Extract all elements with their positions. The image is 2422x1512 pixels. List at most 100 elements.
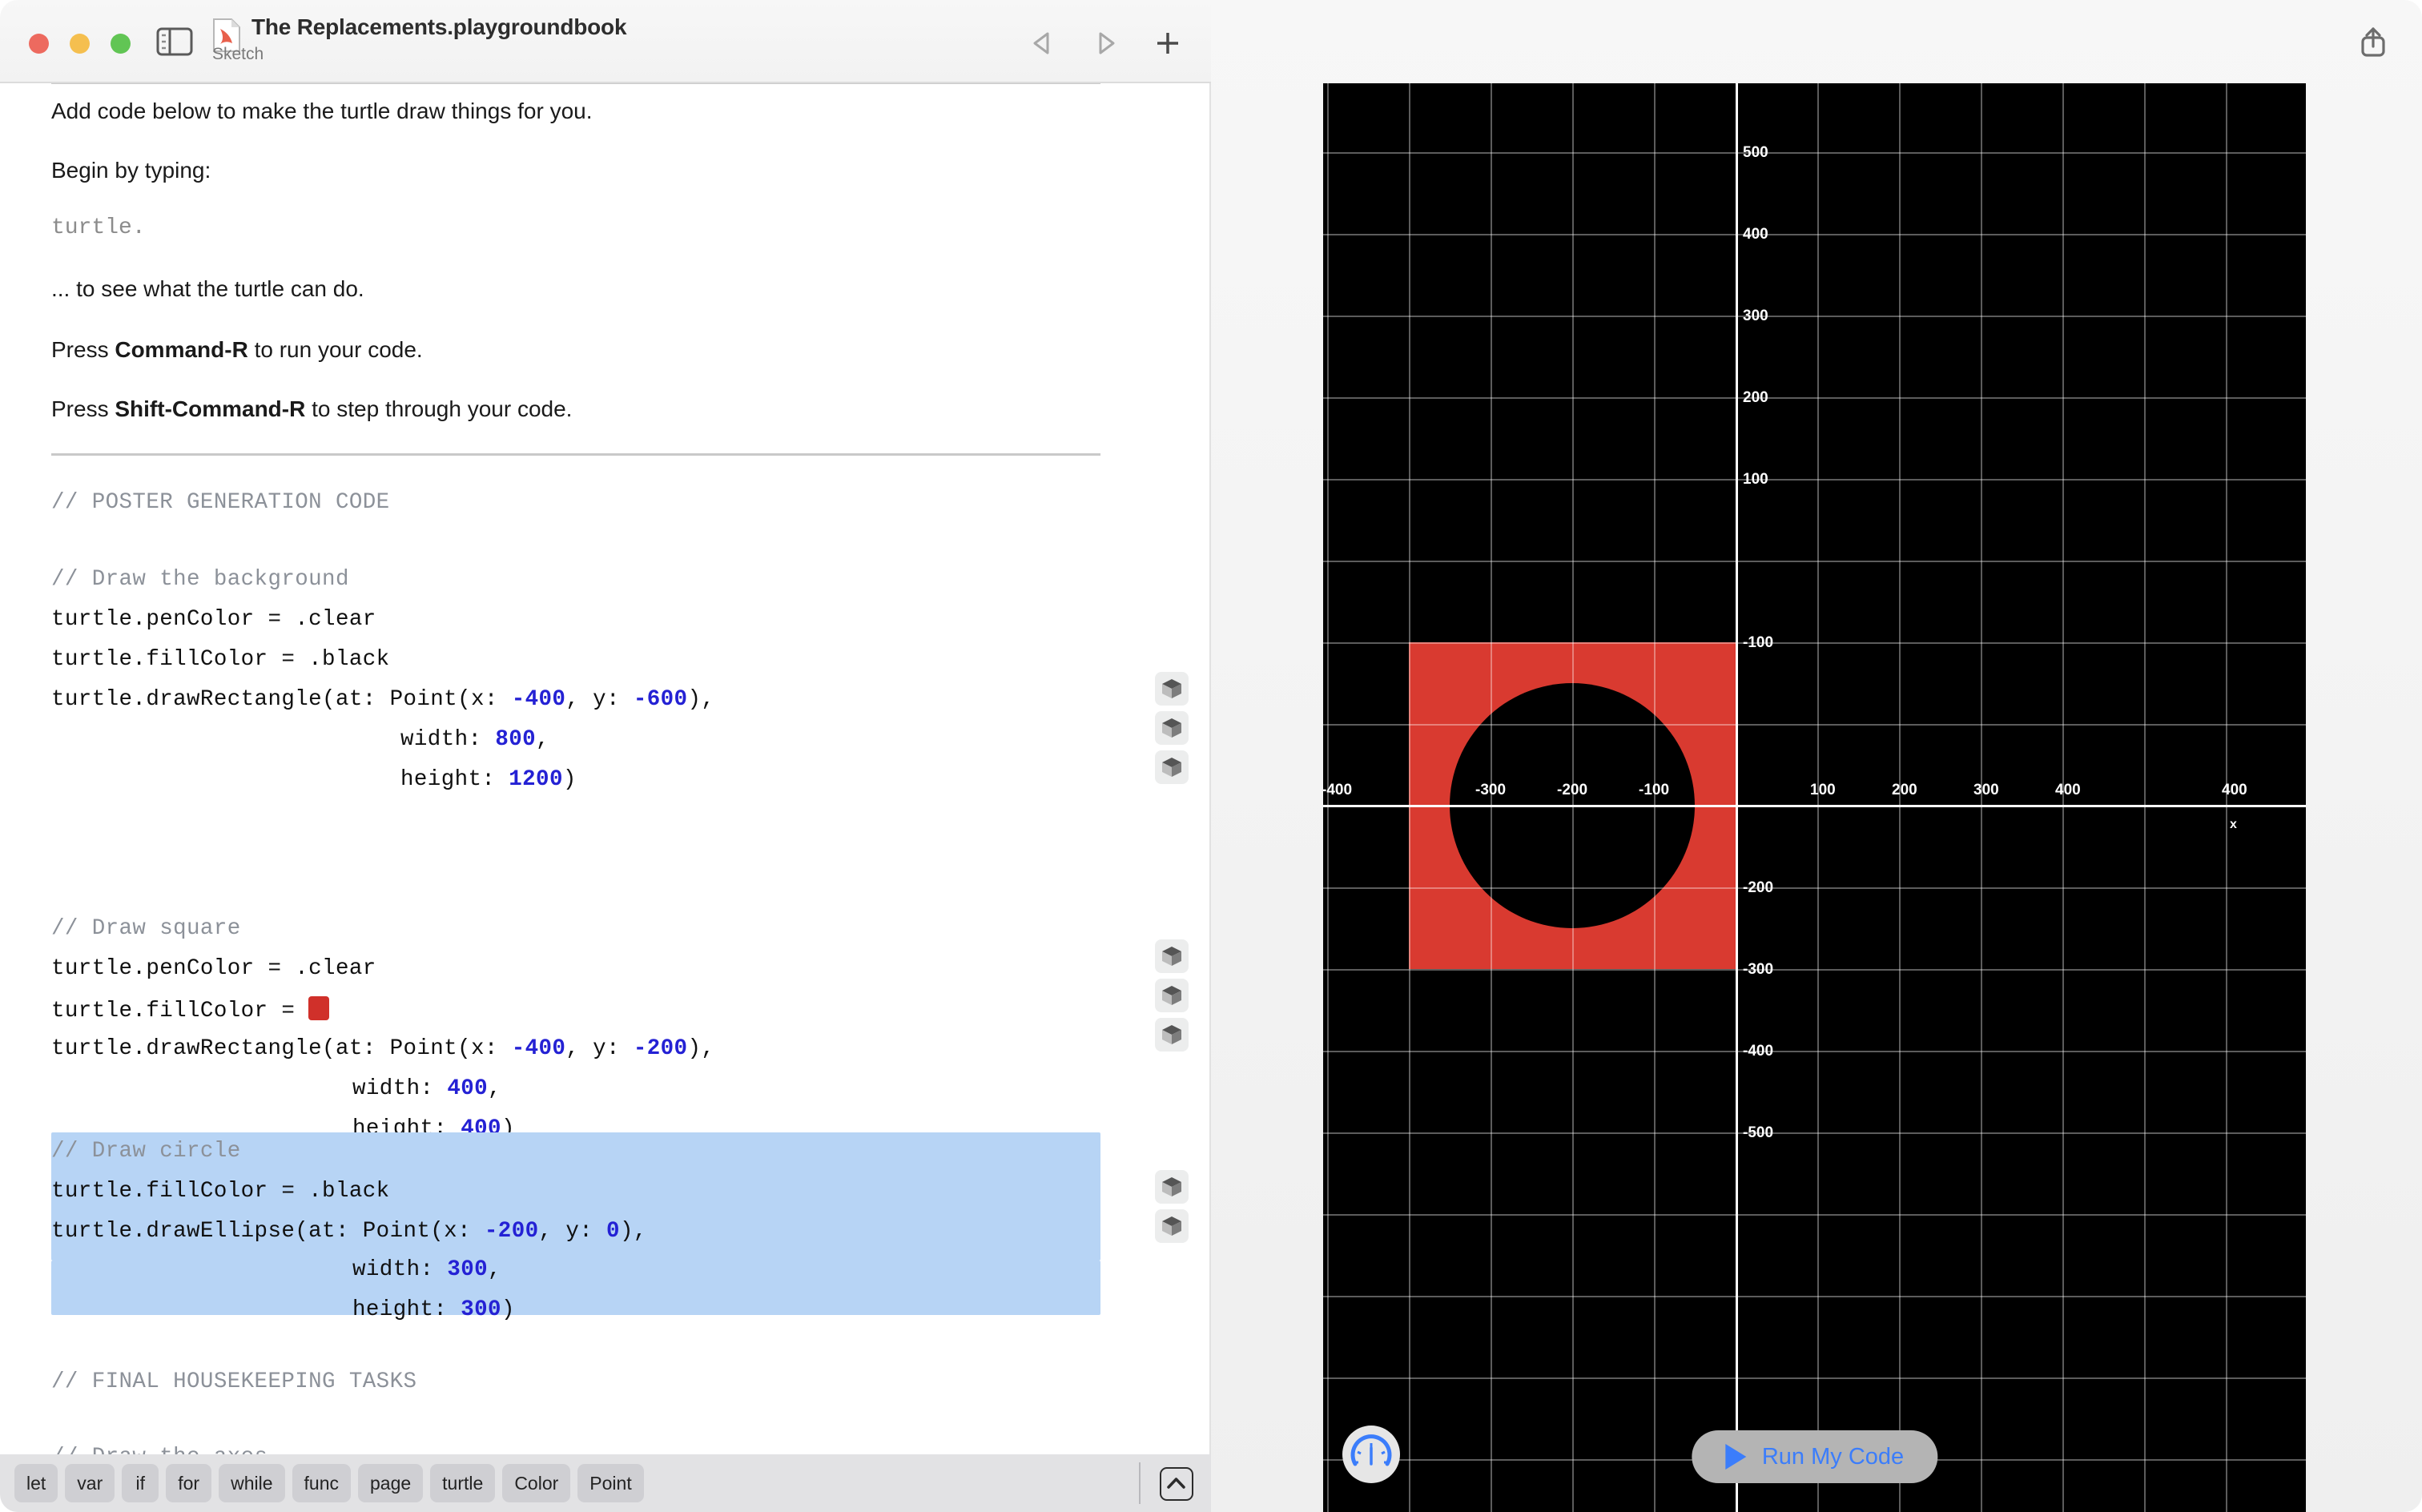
y-tick-label: -200 xyxy=(1743,879,1774,896)
code-line-bg-height[interactable]: height: 1200) xyxy=(400,767,577,792)
cube-icon[interactable] xyxy=(1155,672,1189,706)
x-axis xyxy=(1323,805,2306,807)
y-tick-label: -100 xyxy=(1743,634,1774,651)
cube-icon[interactable] xyxy=(1155,979,1189,1012)
code-line-sq-rect[interactable]: turtle.drawRectangle(at: Point(x: -400, … xyxy=(51,1036,714,1061)
cube-icon[interactable] xyxy=(1155,1018,1189,1052)
code-comment-background: // Draw the background xyxy=(51,567,349,592)
y-tick-label: 300 xyxy=(1743,308,1768,324)
code-selection-highlight xyxy=(51,1261,1100,1315)
color-swatch[interactable] xyxy=(308,996,330,1020)
gridline-horizontal xyxy=(1323,1132,2306,1134)
live-view-topbar xyxy=(1211,0,2422,83)
gridline-horizontal xyxy=(1323,1214,2306,1216)
prose-line: ... to see what the turtle can do. xyxy=(51,276,364,301)
cube-icon[interactable] xyxy=(1155,750,1189,784)
code-line-sq-width[interactable]: width: 400, xyxy=(352,1076,501,1101)
x-tick-label: 300 xyxy=(1973,782,1999,798)
cube-icon[interactable] xyxy=(1155,1209,1189,1243)
share-icon[interactable] xyxy=(2355,24,2392,61)
x-tick-label: -400 xyxy=(1323,782,1353,798)
triangle-left-icon[interactable] xyxy=(1027,27,1059,59)
cube-icon[interactable] xyxy=(1155,939,1189,973)
x-axis-label: x xyxy=(2230,818,2237,831)
y-tick-label: 500 xyxy=(1743,144,1768,161)
keyword-key-func[interactable]: func xyxy=(292,1464,351,1502)
code-line-bg-pencolor[interactable]: turtle.penColor = .clear xyxy=(51,607,376,632)
turtle-canvas[interactable]: 500 400 300 200 100 -100 -200 -300 -400 … xyxy=(1323,83,2306,1512)
swift-playgrounds-window: The Replacements.playgroundbook Sketch A… xyxy=(0,0,2422,1512)
code-line-bg-fillcolor[interactable]: turtle.fillColor = .black xyxy=(51,647,390,672)
gridline-horizontal xyxy=(1323,561,2306,562)
prose-line: Begin by typing: xyxy=(51,158,211,183)
keyword-key-page[interactable]: page xyxy=(358,1464,424,1502)
keyword-key-color[interactable]: Color xyxy=(502,1464,571,1502)
keyword-key-while[interactable]: while xyxy=(219,1464,285,1502)
minimize-button[interactable] xyxy=(70,34,90,54)
code-comment-poster: // POSTER GENERATION CODE xyxy=(51,490,390,515)
x-tick-label: 400 xyxy=(2055,782,2081,798)
close-button[interactable] xyxy=(29,34,49,54)
keyword-key-var[interactable]: var xyxy=(65,1464,115,1502)
document-subtitle: Sketch xyxy=(212,45,264,63)
y-tick-label: -500 xyxy=(1743,1124,1774,1141)
plus-icon[interactable] xyxy=(1152,27,1184,59)
gridline-horizontal xyxy=(1323,724,2306,726)
gridline-horizontal xyxy=(1323,1377,2306,1379)
editor-pane: The Replacements.playgroundbook Sketch A… xyxy=(0,0,1211,1512)
traffic-lights xyxy=(29,34,131,54)
keyword-key-if[interactable]: if xyxy=(122,1464,159,1502)
live-view-pane: 500 400 300 200 100 -100 -200 -300 -400 … xyxy=(1211,0,2422,1512)
keyword-key-let[interactable]: let xyxy=(14,1464,58,1502)
keyword-key-point[interactable]: Point xyxy=(577,1464,644,1502)
gridline-horizontal xyxy=(1323,1296,2306,1297)
speedometer-icon[interactable] xyxy=(1342,1426,1400,1483)
code-line-ci-ellipse[interactable]: turtle.drawEllipse(at: Point(x: -200, y:… xyxy=(51,1219,647,1244)
titlebar: The Replacements.playgroundbook Sketch xyxy=(0,0,1211,83)
gridline-horizontal xyxy=(1323,479,2306,481)
code-line-sq-fillcolor[interactable]: turtle.fillColor = xyxy=(51,996,330,1023)
zoom-button[interactable] xyxy=(111,34,131,54)
code-comment-circle: // Draw circle xyxy=(51,1139,241,1164)
gridline-horizontal xyxy=(1323,642,2306,644)
keyword-key-turtle[interactable]: turtle xyxy=(430,1464,496,1502)
gridline-horizontal xyxy=(1323,1051,2306,1052)
y-tick-label: 100 xyxy=(1743,471,1768,488)
gridline-horizontal xyxy=(1323,234,2306,235)
y-tick-label: -300 xyxy=(1743,961,1774,978)
code-editor[interactable]: Add code below to make the turtle draw t… xyxy=(0,83,1211,1454)
x-tick-label: 100 xyxy=(1810,782,1836,798)
cube-icon[interactable] xyxy=(1155,711,1189,745)
x-tick-label: 400 xyxy=(2222,782,2247,798)
x-tick-label: 200 xyxy=(1892,782,1917,798)
code-comment-housekeeping: // FINAL HOUSEKEEPING TASKS xyxy=(51,1369,417,1394)
gridline-horizontal xyxy=(1323,316,2306,317)
prose-line-command-r: Press Command-R to run your code. xyxy=(51,337,423,362)
sidebar-icon[interactable] xyxy=(155,26,194,58)
page-title: The Replacements.playgroundbook xyxy=(251,14,627,39)
content-top-rule xyxy=(51,83,1100,84)
run-my-code-button[interactable]: Run My Code xyxy=(1691,1430,1938,1483)
keyword-bar-divider xyxy=(1139,1462,1141,1504)
x-tick-label: -100 xyxy=(1639,782,1670,798)
gridline-horizontal xyxy=(1323,397,2306,399)
chevron-up-icon[interactable] xyxy=(1160,1467,1193,1501)
code-line-ci-height[interactable]: height: 300) xyxy=(352,1297,515,1322)
code-line-ci-fillcolor[interactable]: turtle.fillColor = .black xyxy=(51,1179,390,1204)
y-tick-label: -400 xyxy=(1743,1043,1774,1060)
run-my-code-label: Run My Code xyxy=(1761,1443,1905,1470)
cube-icon[interactable] xyxy=(1155,1170,1189,1204)
code-comment-square: // Draw square xyxy=(51,916,241,941)
code-line-bg-rect[interactable]: turtle.drawRectangle(at: Point(x: -400, … xyxy=(51,687,714,712)
gridline-vertical xyxy=(1409,83,1410,1512)
code-line-ci-width[interactable]: width: 300, xyxy=(352,1257,501,1282)
keyword-key-for[interactable]: for xyxy=(166,1464,212,1502)
code-line-sq-pencolor[interactable]: turtle.penColor = .clear xyxy=(51,956,376,981)
prose-line-shift-command-r: Press Shift-Command-R to step through yo… xyxy=(51,396,573,421)
x-tick-label: -200 xyxy=(1557,782,1588,798)
gridline-vertical xyxy=(2144,83,2146,1512)
code-line-bg-width[interactable]: width: 800, xyxy=(400,727,549,752)
triangle-right-icon[interactable] xyxy=(1089,27,1121,59)
y-tick-label: 200 xyxy=(1743,389,1768,406)
play-triangle-icon xyxy=(1724,1444,1746,1470)
